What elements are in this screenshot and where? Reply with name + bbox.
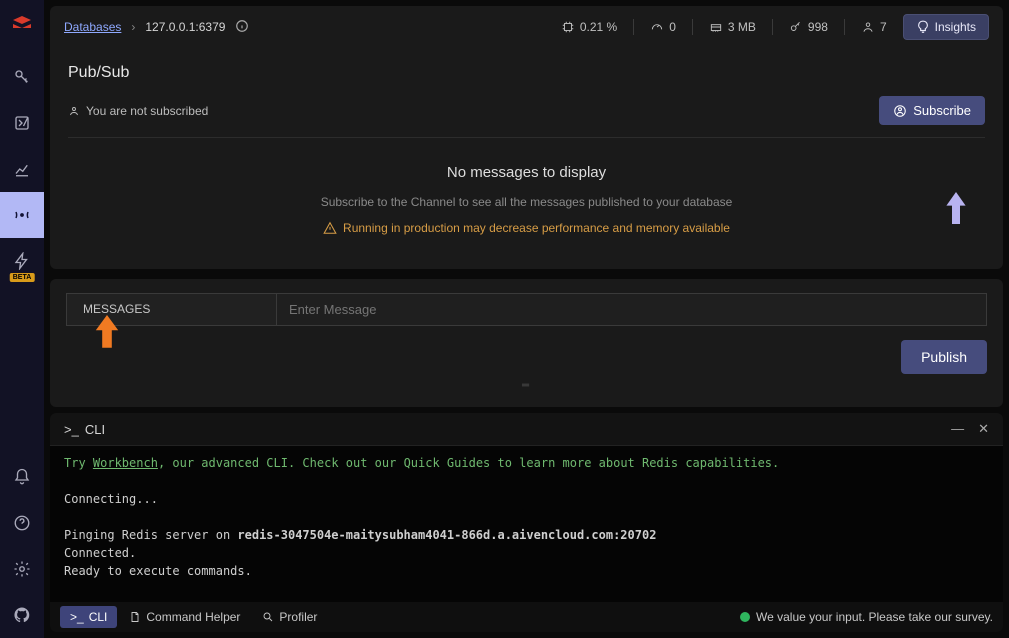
cli-link-workbench[interactable]: Workbench	[93, 456, 158, 470]
sidebar-item-settings[interactable]	[0, 546, 44, 592]
minimize-icon[interactable]: —	[951, 421, 964, 437]
breadcrumb-separator: ›	[131, 20, 135, 34]
stat-cpu-value: 0.21 %	[580, 20, 617, 34]
main-content: Databases › 127.0.0.1:6379 0.21 % 0 3 MB	[44, 0, 1009, 638]
redis-logo[interactable]	[10, 12, 34, 36]
cli-text: , our advanced CLI. Check out our Quick …	[158, 456, 779, 470]
pubsub-title: Pub/Sub	[68, 64, 985, 82]
pubsub-panel: Pub/Sub You are not subscribed Subscribe…	[50, 48, 1003, 269]
sidebar-item-pubsub[interactable]	[0, 192, 44, 238]
stat-cpu[interactable]: 0.21 %	[561, 20, 617, 34]
sidebar-item-github[interactable]	[0, 592, 44, 638]
cli-panel: >_ CLI — ✕ Try Workbench, our advanced C…	[50, 413, 1003, 632]
resize-grip[interactable]: ═	[66, 380, 987, 391]
tab-profiler[interactable]: Profiler	[252, 606, 327, 628]
message-input[interactable]	[276, 293, 987, 326]
empty-state: No messages to display Subscribe to the …	[68, 138, 985, 245]
prompt-icon: >_	[70, 610, 84, 624]
annotation-arrow-orange	[90, 311, 124, 351]
warning-text: Running in production may decrease perfo…	[343, 221, 730, 235]
cli-host: redis-3047504e-maitysubham4041-866d.a.ai…	[237, 528, 656, 542]
tab-helper-label: Command Helper	[146, 610, 240, 624]
survey-bar[interactable]: We value your input. Please take our sur…	[740, 610, 993, 624]
stats-bar: 0.21 % 0 3 MB 998 7	[561, 14, 989, 40]
cli-text: Try	[64, 456, 93, 470]
status-dot-icon	[740, 612, 750, 622]
topbar: Databases › 127.0.0.1:6379 0.21 % 0 3 MB	[50, 6, 1003, 48]
annotation-arrow-purple	[939, 188, 973, 228]
cli-text: Ready to execute commands.	[64, 562, 989, 580]
person-icon	[68, 105, 80, 117]
beta-badge: BETA	[10, 273, 35, 282]
cli-text: Pinging Redis server on	[64, 528, 237, 542]
tab-cli-label: CLI	[89, 610, 108, 624]
stat-keys[interactable]: 998	[789, 20, 828, 34]
subscribe-button[interactable]: Subscribe	[879, 96, 985, 125]
subscription-status: You are not subscribed	[86, 104, 208, 118]
cli-tabs: >_ CLI Command Helper Profiler We value …	[50, 602, 1003, 632]
stat-clients-value: 7	[880, 20, 887, 34]
cli-title: CLI	[85, 422, 105, 437]
sidebar-item-triggers[interactable]: BETA	[0, 238, 44, 284]
stat-keys-value: 998	[808, 20, 828, 34]
prompt-icon: >_	[64, 422, 79, 437]
stat-latency[interactable]: 0	[650, 20, 676, 34]
sidebar-item-notifications[interactable]	[0, 454, 44, 500]
empty-title: No messages to display	[68, 164, 985, 181]
subscribe-label: Subscribe	[913, 103, 971, 118]
survey-text: We value your input. Please take our sur…	[756, 610, 993, 624]
stat-clients[interactable]: 7	[861, 20, 887, 34]
sidebar-item-keys[interactable]	[0, 54, 44, 100]
messages-panel: MESSAGES Publish ═	[50, 279, 1003, 407]
info-icon[interactable]	[235, 19, 249, 36]
cli-text: Connected.	[64, 544, 989, 562]
cli-text: Connecting...	[64, 490, 989, 508]
breadcrumb-current: 127.0.0.1:6379	[145, 20, 225, 34]
close-icon[interactable]: ✕	[978, 421, 989, 437]
warning-icon	[323, 221, 337, 235]
breadcrumb-root[interactable]: Databases	[64, 20, 121, 34]
sidebar: BETA	[0, 0, 44, 638]
tab-profiler-label: Profiler	[279, 610, 317, 624]
document-icon	[129, 611, 141, 623]
empty-hint: Subscribe to the Channel to see all the …	[68, 195, 985, 209]
stat-latency-value: 0	[669, 20, 676, 34]
stat-memory[interactable]: 3 MB	[709, 20, 756, 34]
sidebar-item-help[interactable]	[0, 500, 44, 546]
stat-memory-value: 3 MB	[728, 20, 756, 34]
cli-output[interactable]: Try Workbench, our advanced CLI. Check o…	[50, 446, 1003, 602]
magnify-icon	[262, 611, 274, 623]
sidebar-item-workbench[interactable]	[0, 100, 44, 146]
sidebar-item-analytics[interactable]	[0, 146, 44, 192]
tab-cli[interactable]: >_ CLI	[60, 606, 117, 628]
insights-label: Insights	[935, 20, 976, 34]
cli-header: >_ CLI — ✕	[50, 413, 1003, 446]
publish-button[interactable]: Publish	[901, 340, 987, 374]
insights-button[interactable]: Insights	[903, 14, 989, 40]
tab-command-helper[interactable]: Command Helper	[119, 606, 250, 628]
